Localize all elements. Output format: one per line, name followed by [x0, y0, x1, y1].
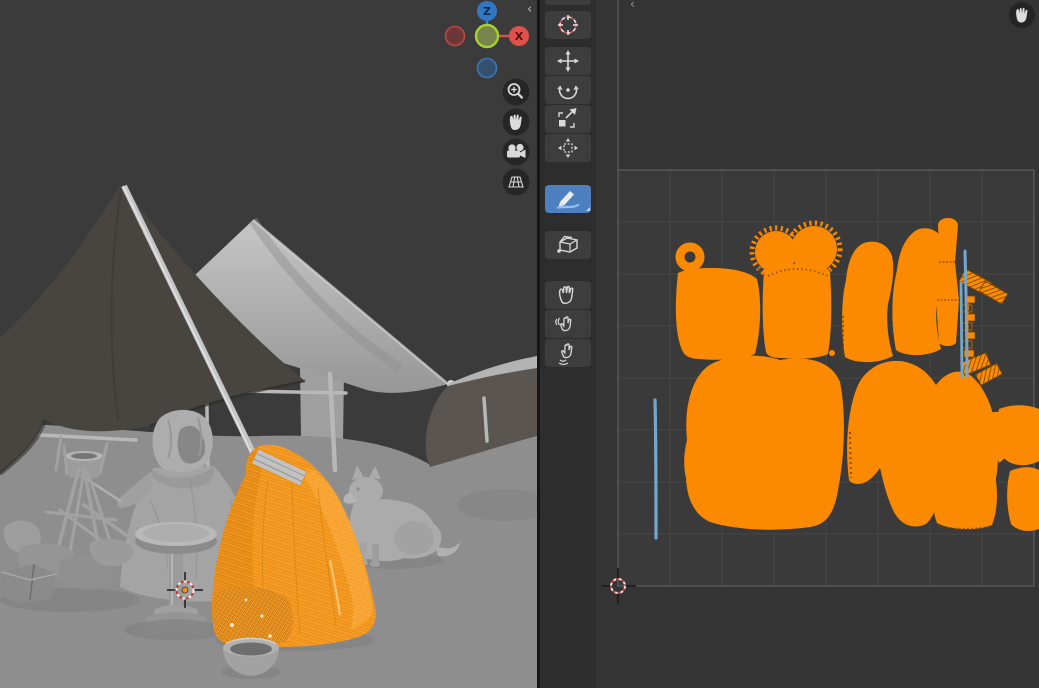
camera-view-button[interactable] — [503, 139, 530, 166]
tool-cursor[interactable] — [545, 11, 591, 39]
gizmo-minus-z-ball[interactable] — [478, 59, 497, 78]
uv-pan-button[interactable] — [1009, 2, 1035, 28]
uv-toolbar — [540, 0, 596, 688]
toolbar-collapse-arrow[interactable]: ‹ — [630, 0, 635, 11]
zoom-button[interactable] — [503, 79, 530, 106]
tool-annotate[interactable] — [545, 185, 591, 213]
uv-island-right-edge-a[interactable] — [997, 405, 1039, 465]
pinch-fingers-icon — [545, 339, 591, 367]
sidebar-collapse-arrow[interactable]: ‹ — [527, 2, 532, 17]
perspective-grid-button[interactable] — [503, 169, 530, 196]
gizmo-minus-x-ball[interactable] — [446, 27, 465, 46]
gizmo-y-ball[interactable] — [476, 25, 498, 47]
tool-rotate[interactable] — [545, 76, 591, 104]
pencil-icon — [545, 185, 591, 213]
transform-box-icon — [545, 134, 591, 162]
tool-move[interactable] — [545, 47, 591, 75]
relax-fingers-icon — [545, 310, 591, 338]
grab-hand-icon — [545, 281, 591, 309]
move-arrows-icon — [545, 47, 591, 75]
gizmo-z-label: Z — [483, 5, 491, 18]
uv-editor[interactable]: ‹ — [540, 0, 1039, 688]
tool-grab[interactable] — [545, 281, 591, 309]
cursor-crosshair-icon — [545, 11, 591, 39]
tool-select-lasso-partial[interactable] — [545, 0, 591, 5]
gizmo-x-label: X — [515, 30, 524, 43]
pan-button[interactable] — [503, 109, 530, 136]
uv-island-bottom-square[interactable] — [932, 469, 997, 529]
subtool-indicator — [586, 207, 590, 211]
rotate-arrows-icon — [545, 76, 591, 104]
uv-island-dot[interactable] — [829, 350, 835, 356]
tool-relax[interactable] — [545, 310, 591, 338]
viewport-3d-canvas[interactable]: Z X — [0, 0, 537, 688]
blender-window: Z X — [0, 0, 1039, 688]
uv-island-right-edge-b[interactable] — [1007, 467, 1039, 531]
uv-island-dot[interactable] — [873, 353, 877, 357]
uv-island-bamboo-strip[interactable] — [936, 218, 959, 346]
scale-arrow-icon — [545, 105, 591, 133]
uv-island-big-blob[interactable] — [684, 355, 844, 529]
tool-transform[interactable] — [545, 134, 591, 162]
tool-pinch[interactable] — [545, 339, 591, 367]
rip-box-icon — [545, 231, 591, 259]
viewport-3d[interactable]: Z X — [0, 0, 537, 688]
uv-canvas[interactable] — [540, 0, 1039, 688]
tool-scale[interactable] — [545, 105, 591, 133]
tool-rip-region[interactable] — [545, 231, 591, 259]
uv-island-column[interactable] — [763, 264, 832, 359]
